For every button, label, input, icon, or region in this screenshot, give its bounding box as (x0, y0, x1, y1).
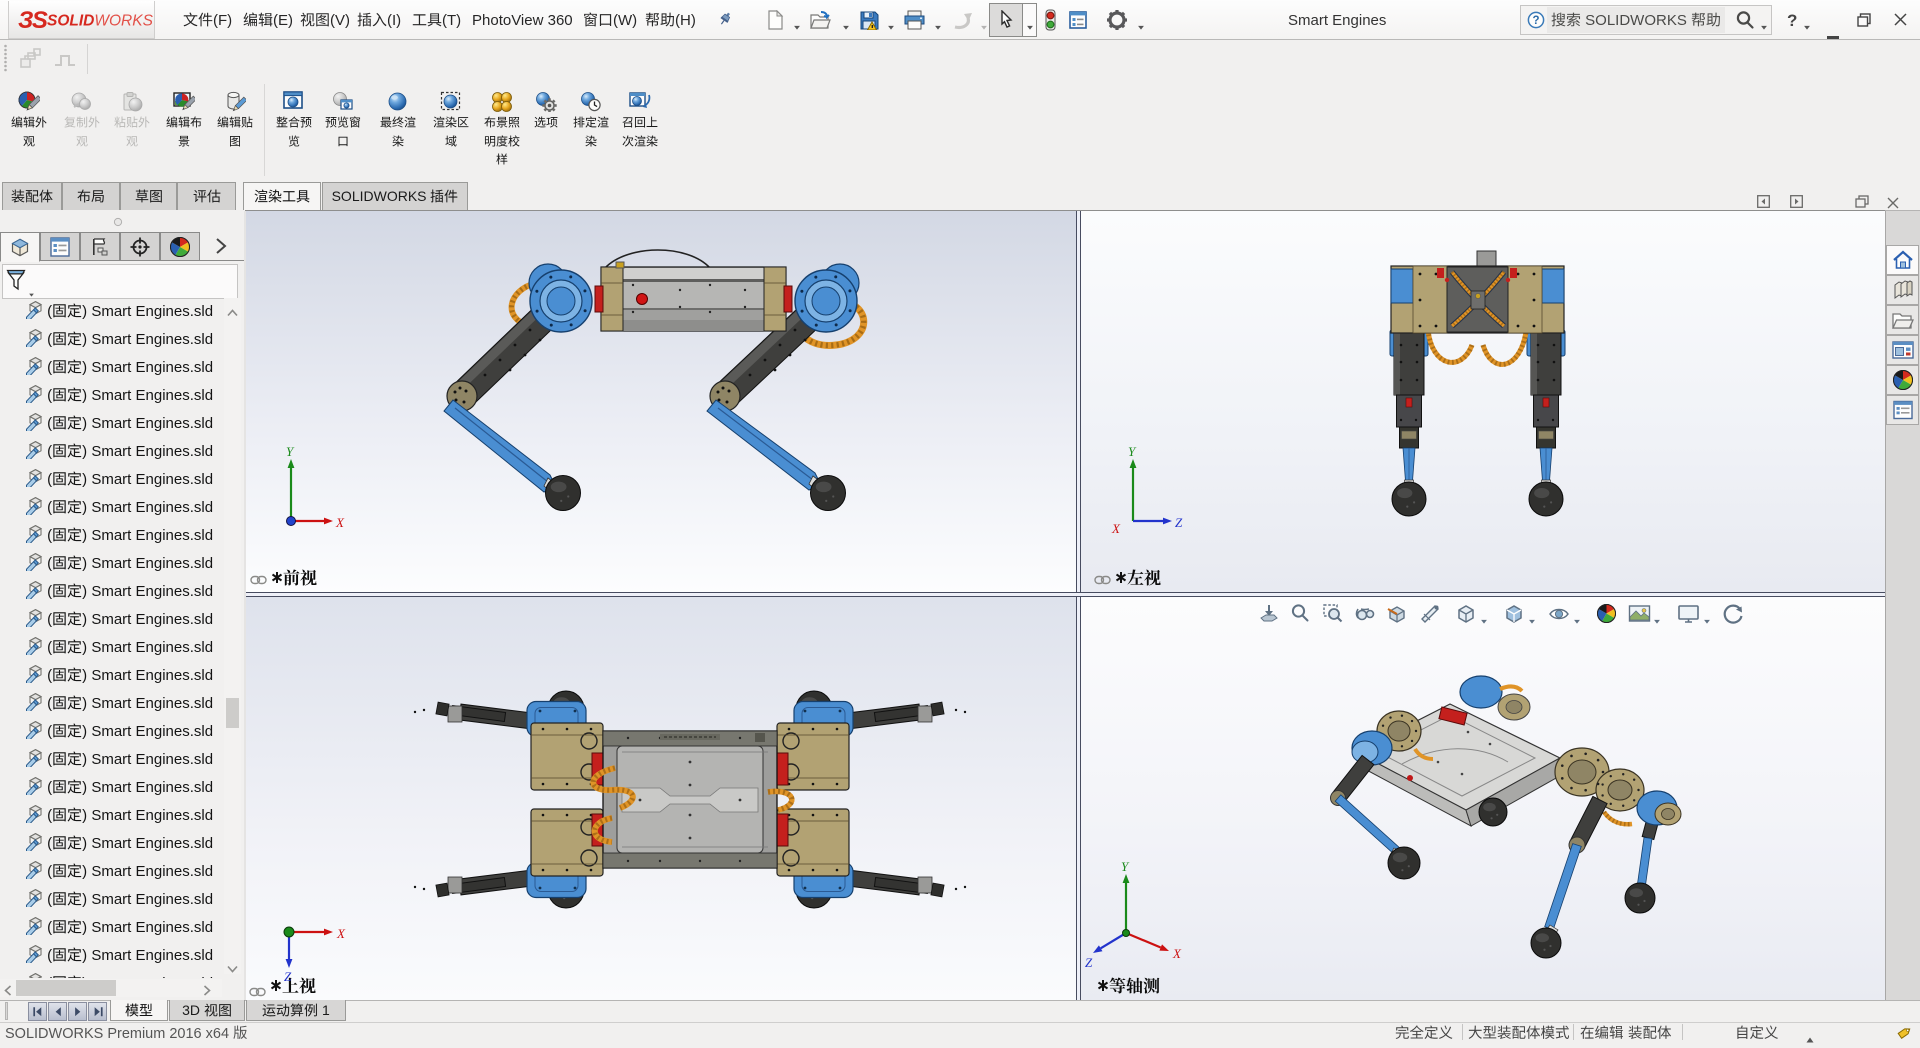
svg-text:Y: Y (286, 445, 295, 459)
svg-text:X: X (335, 515, 345, 530)
svg-text:Y: Y (1121, 860, 1130, 874)
svg-text:X: X (1172, 946, 1182, 961)
svg-text:Z: Z (284, 969, 292, 984)
svg-text:X: X (336, 926, 346, 941)
svg-text:Z: Z (1085, 955, 1093, 970)
svg-text:Z: Z (1175, 515, 1183, 530)
svg-text:X: X (1111, 521, 1121, 535)
svg-text:Y: Y (1128, 445, 1137, 459)
svg-text:?: ? (1532, 15, 1539, 27)
